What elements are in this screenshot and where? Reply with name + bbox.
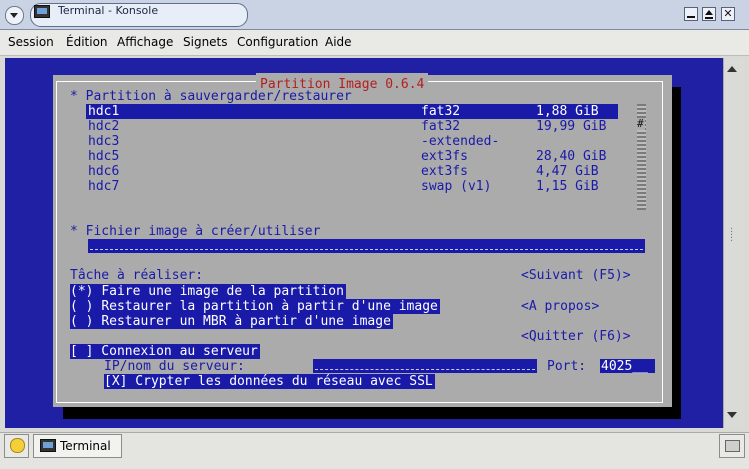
menu-signets[interactable]: Signets [183, 35, 228, 49]
partition-fs: fat32 [421, 104, 461, 119]
partition-name: hdc2 [88, 119, 120, 134]
task-option-restore-mbr[interactable]: ( ) Restaurer un MBR à partir d'une imag… [70, 314, 393, 329]
quit-button[interactable]: <Quitter (F6)> [521, 329, 631, 344]
menu-session[interactable]: Session [8, 35, 54, 49]
ip-label: IP/nom du serveur: [104, 359, 245, 374]
partition-fs: fat32 [421, 119, 461, 134]
terminal-icon [34, 5, 50, 18]
kde-menu-icon[interactable] [4, 434, 29, 458]
scroll-up-icon[interactable] [727, 66, 737, 72]
radio-mark: ( ) [70, 314, 94, 329]
ssl-checkbox[interactable]: [X] Crypter les données du réseau avec S… [104, 374, 435, 389]
partition-header: * Partition à sauvergarder/restaurer [70, 89, 352, 104]
list-item[interactable]: hdc1 fat32 1,88 GiB [86, 104, 618, 119]
port-value: 4025__ [601, 359, 648, 374]
dialog-title-wrap: Partition Image 0.6.4 [256, 73, 429, 92]
chevron-down-icon [10, 13, 18, 18]
maximize-button[interactable] [702, 7, 716, 21]
radio-mark: ( ) [70, 299, 94, 314]
partition-name: hdc5 [88, 149, 120, 164]
server-checkbox[interactable]: [ ] Connexion au serveur [70, 344, 260, 359]
task-option-backup[interactable]: (*) Faire une image de la partition [70, 284, 346, 299]
list-item[interactable]: hdc3 -extended- [86, 134, 618, 149]
window-menu-button[interactable] [5, 6, 24, 25]
partition-list[interactable]: hdc1 fat32 1,88 GiB hdc2 fat32 19,99 GiB… [86, 104, 638, 210]
partition-fs: -extended- [421, 134, 500, 149]
menu-bar: Session Édition Affichage Signets Config… [0, 30, 749, 56]
partition-name: hdc3 [88, 134, 120, 149]
list-item[interactable]: hdc6 ext3fs 4,47 GiB [86, 164, 618, 179]
port-label: Port: [547, 359, 587, 374]
menu-configuration[interactable]: Configuration [237, 35, 318, 49]
about-button[interactable]: <A propos> [521, 299, 599, 314]
radio-mark: (*) [70, 284, 94, 299]
partition-size: 28,40 GiB [536, 149, 607, 164]
partition-size: 1,88 GiB [536, 104, 599, 119]
task-option-restore[interactable]: ( ) Restaurer la partition à partir d'un… [70, 299, 440, 314]
show-desktop-icon[interactable] [719, 434, 745, 458]
partition-size: 1,15 GiB [536, 179, 599, 194]
image-file-header: * Fichier image à créer/utiliser [70, 224, 321, 239]
image-file-input[interactable] [88, 239, 645, 253]
partition-name: hdc6 [88, 164, 120, 179]
scroll-grip-icon: · · · · · [730, 224, 734, 247]
menu-affichage[interactable]: Affichage [117, 35, 173, 49]
partition-name: hdc1 [88, 104, 120, 119]
task-option-label: Faire une image de la partition [101, 284, 344, 299]
window-title: Terminal - Konsole [58, 4, 159, 17]
minimize-button[interactable] [684, 7, 698, 21]
taskbar-terminal-label: Terminal [60, 439, 111, 453]
task-label: Tâche à réaliser: [70, 268, 204, 283]
partition-name: hdc7 [88, 179, 120, 194]
partition-size: 4,47 GiB [536, 164, 599, 179]
list-item[interactable]: hdc2 fat32 19,99 GiB [86, 119, 618, 134]
terminal-icon [40, 439, 56, 452]
task-option-label: Restaurer un MBR à partir d'une image [101, 314, 391, 329]
list-item[interactable]: hdc5 ext3fs 28,40 GiB [86, 149, 618, 164]
menu-aide[interactable]: Aide [325, 35, 352, 49]
terminal-scrollbar[interactable]: · · · · · [723, 58, 744, 428]
partition-fs: ext3fs [421, 149, 468, 164]
scroll-thumb[interactable]: # [636, 118, 645, 130]
next-button[interactable]: <Suivant (F5)> [521, 268, 631, 283]
partition-fs: swap (v1) [421, 179, 492, 194]
menu-edition[interactable]: Édition [66, 35, 108, 49]
partition-fs: ext3fs [421, 164, 468, 179]
task-option-label: Restaurer la partition à partir d'une im… [101, 299, 438, 314]
scroll-down-icon[interactable] [727, 412, 737, 418]
ip-input[interactable] [313, 359, 537, 373]
close-button[interactable]: ✕ [721, 7, 735, 21]
partition-size: 19,99 GiB [536, 119, 607, 134]
port-input[interactable]: 4025__ [600, 359, 655, 374]
list-item[interactable]: hdc7 swap (v1) 1,15 GiB [86, 179, 618, 194]
